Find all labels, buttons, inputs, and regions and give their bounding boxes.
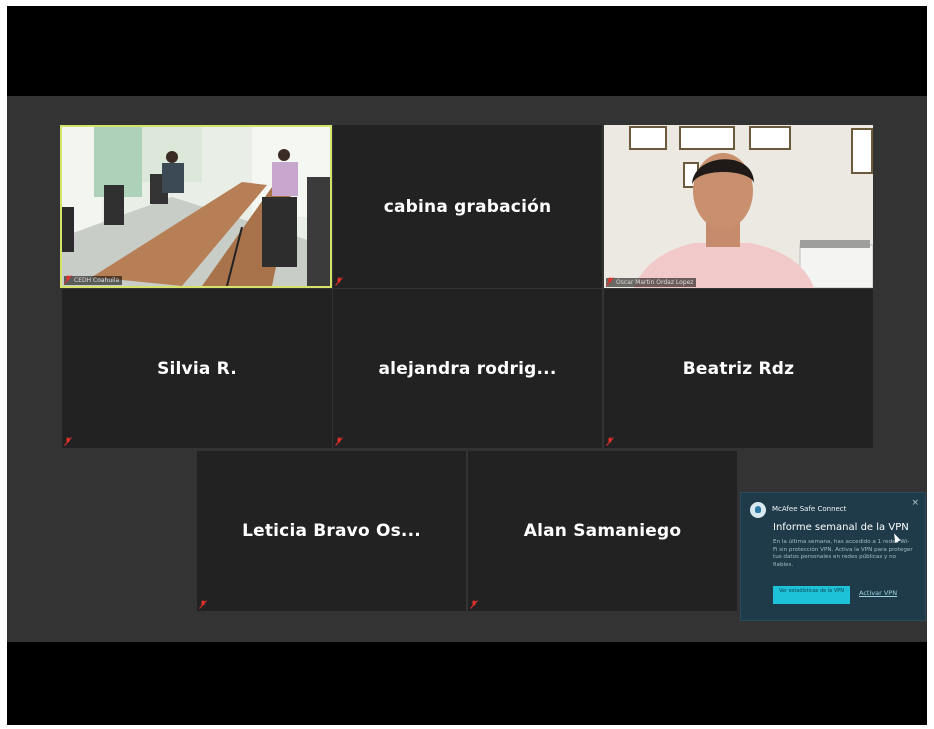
conference-room-video (62, 127, 330, 286)
mic-muted-icon (64, 275, 72, 284)
participant-tile[interactable]: Beatriz Rdz (604, 289, 873, 448)
mic-muted-icon (335, 277, 343, 286)
view-vpn-stats-button[interactable]: Ver estadísticas de la VPN (773, 586, 850, 604)
toast-body: En la última semana, has accedido a 1 re… (773, 539, 913, 568)
mic-muted-icon (199, 600, 207, 609)
vpn-notification-toast[interactable]: McAfee Safe Connect × Informe semanal de… (740, 492, 926, 621)
activate-vpn-link[interactable]: Activar VPN (859, 589, 897, 597)
participant-name: Silvia R. (157, 358, 237, 379)
mic-muted-icon (470, 600, 478, 609)
mic-muted-icon (64, 437, 72, 446)
mic-muted-icon (606, 437, 614, 446)
participant-name-label: CEDH Coahuila (64, 276, 123, 285)
participant-name: Beatriz Rdz (682, 358, 795, 379)
participant-name: Alan Samaniego (523, 521, 682, 541)
participant-name: alejandra rodrig... (378, 358, 557, 379)
participant-tile[interactable]: Alan Samaniego (468, 451, 737, 611)
mic-muted-icon (335, 437, 343, 446)
participant-tile[interactable]: cabina grabación (333, 125, 602, 288)
video-tile-conference-room[interactable]: CEDH Coahuila (60, 125, 332, 288)
toast-title: Informe semanal de la VPN (773, 522, 909, 533)
participant-webcam-video (604, 125, 873, 288)
participant-tile[interactable]: alejandra rodrig... (333, 289, 602, 448)
participant-tile[interactable]: Silvia R. (62, 289, 332, 448)
mic-muted-icon (606, 277, 614, 286)
video-tile-participant[interactable]: Oscar Martin Ordaz Lopez (604, 125, 873, 288)
participant-name-label: Oscar Martin Ordaz Lopez (606, 278, 697, 287)
participant-name: cabina grabación (383, 196, 552, 217)
toast-brand: McAfee Safe Connect (772, 505, 847, 513)
mcafee-shield-icon (750, 502, 766, 518)
participant-name: Leticia Bravo Os... (242, 521, 421, 541)
participant-tile[interactable]: Leticia Bravo Os... (197, 451, 466, 611)
close-icon[interactable]: × (911, 498, 919, 508)
